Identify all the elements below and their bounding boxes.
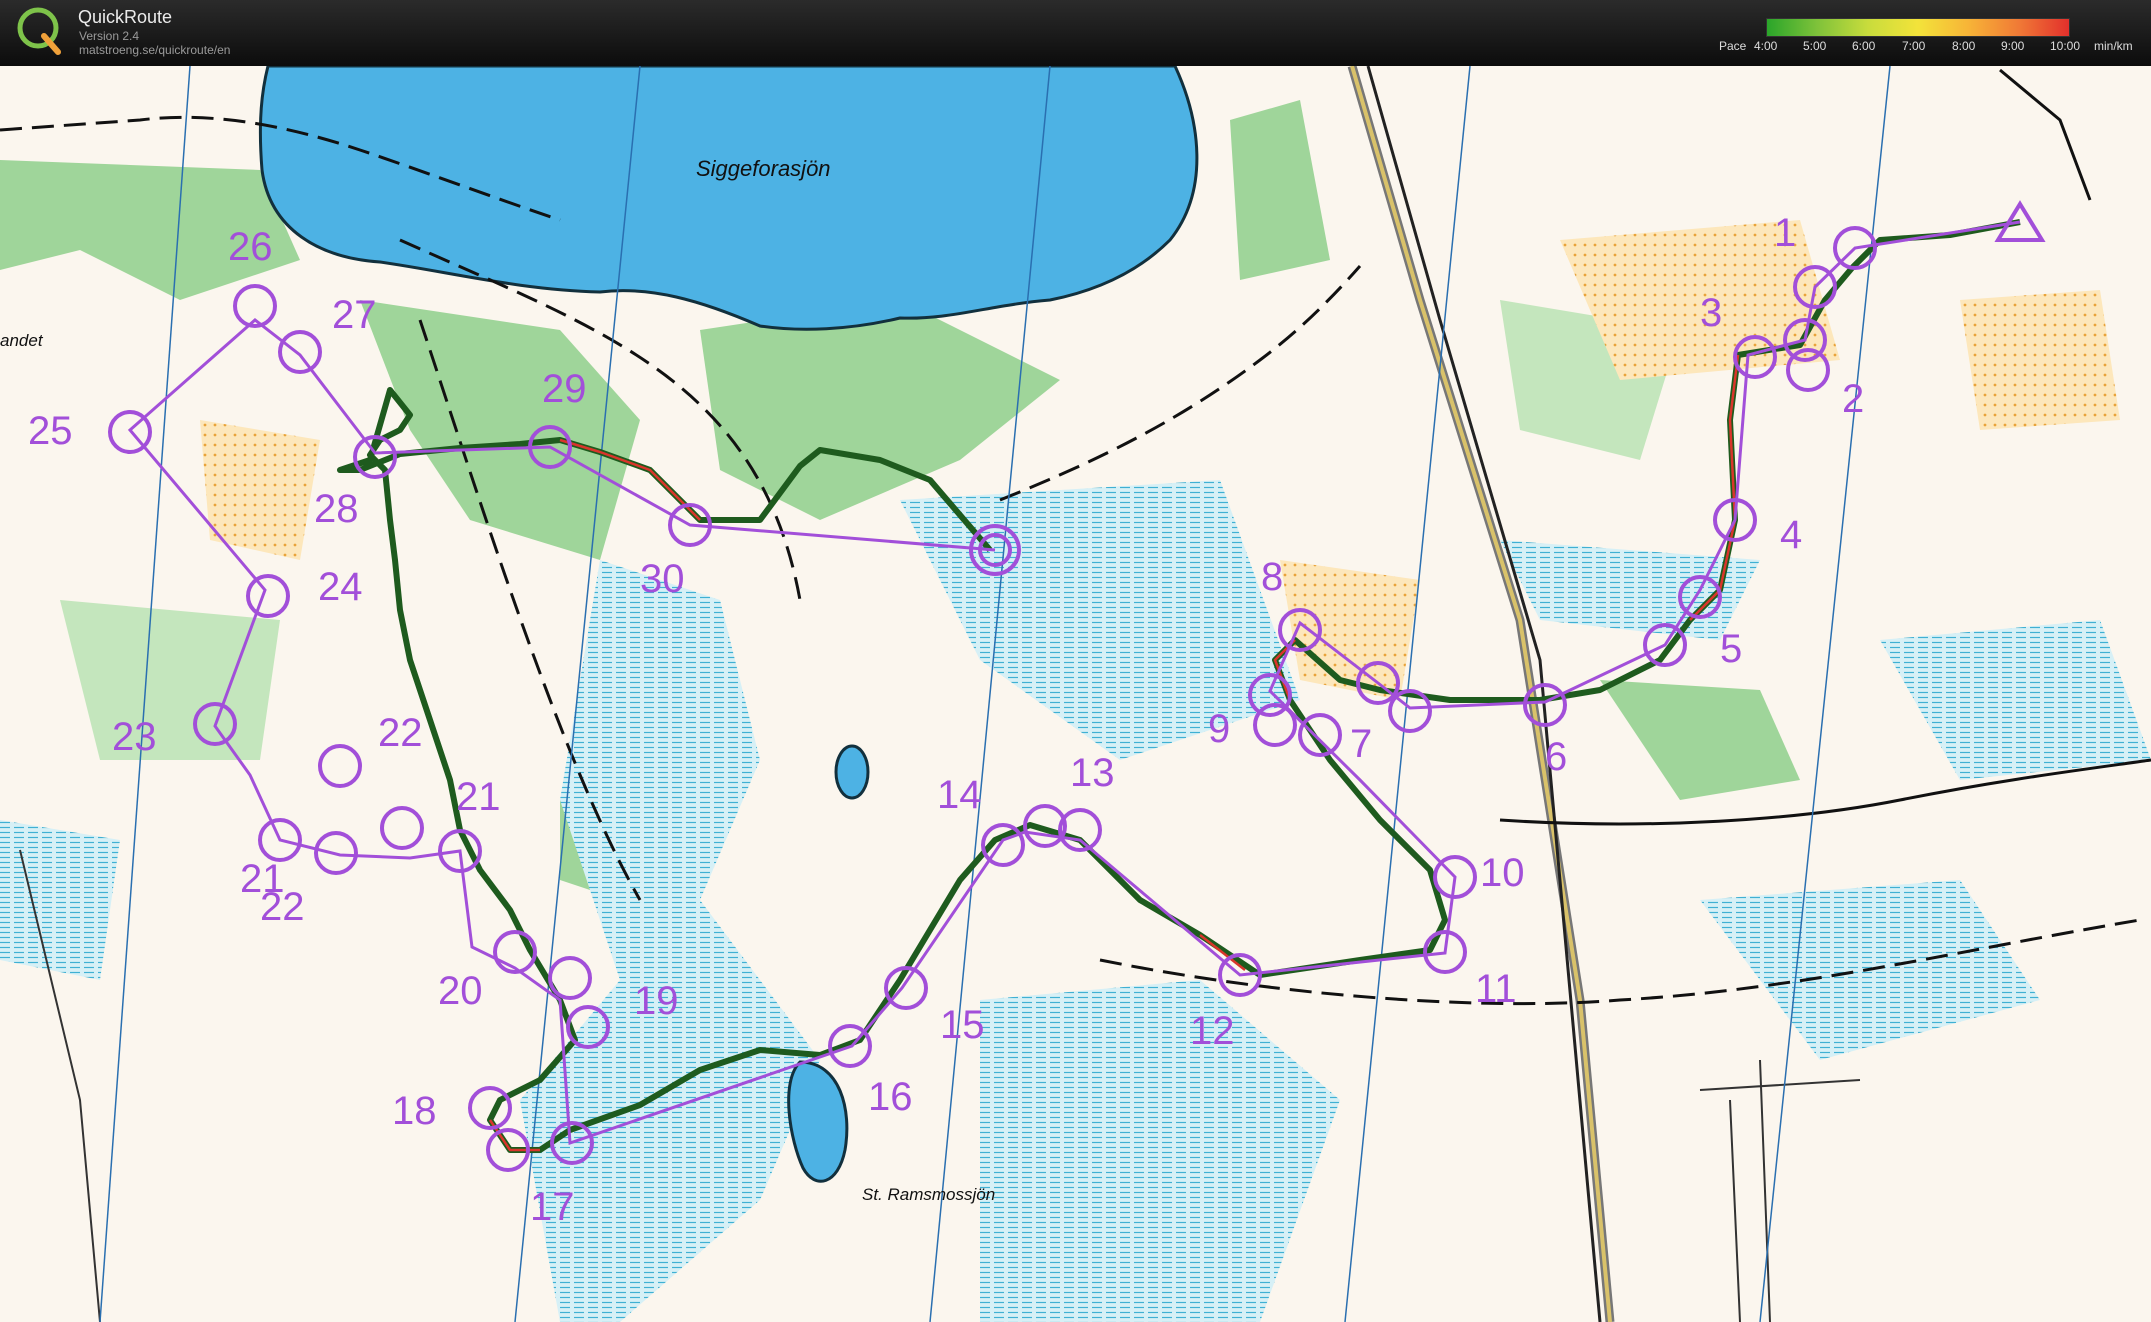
control-label: 1 <box>1774 211 1796 255</box>
pace-tick: 10:00 <box>2050 39 2081 53</box>
quickroute-logo-icon <box>17 7 61 55</box>
control-label: 9 <box>1208 707 1230 751</box>
control-label: 3 <box>1700 291 1722 335</box>
control-label: 15 <box>940 1003 985 1047</box>
app-version: Version 2.4 <box>79 29 140 43</box>
control-label: 28 <box>314 487 359 531</box>
control-label: 20 <box>438 969 483 1013</box>
control-label: 18 <box>392 1089 437 1133</box>
pace-unit: min/km <box>2094 39 2133 53</box>
control-label: 5 <box>1720 627 1742 671</box>
control-label: 30 <box>640 557 685 601</box>
control-label: 2 <box>1842 377 1864 421</box>
pace-tick: 4:00 <box>1754 39 1778 53</box>
control-label: 17 <box>530 1185 575 1229</box>
pace-tick: 5:00 <box>1803 39 1827 53</box>
control-label: 19 <box>634 979 679 1023</box>
title-bar: QuickRoute Version 2.4 matstroeng.se/qui… <box>0 0 2151 66</box>
control-label: 27 <box>332 293 377 337</box>
pace-tick: 7:00 <box>1902 39 1926 53</box>
control-label: 23 <box>112 715 157 759</box>
control-label: 26 <box>228 225 273 269</box>
pace-tick: 6:00 <box>1852 39 1876 53</box>
app-title: QuickRoute <box>78 7 173 27</box>
control-label: 22 <box>378 711 423 755</box>
orienteering-map[interactable]: Siggeforasjön St. Ramsmossjön andet 1 2 … <box>0 66 2151 1322</box>
control-label: 8 <box>1261 555 1283 599</box>
control-label: 14 <box>937 773 982 817</box>
control-label: 21 <box>456 775 501 819</box>
app-url-link[interactable]: matstroeng.se/quickroute/en <box>79 43 230 57</box>
pace-label: Pace <box>1719 39 1747 53</box>
control-label: 24 <box>318 565 363 609</box>
control-label: 10 <box>1480 851 1525 895</box>
lake-name: Siggeforasjön <box>696 156 831 181</box>
control-label: 7 <box>1350 722 1372 766</box>
control-label: 25 <box>28 409 73 453</box>
control-label: 22 <box>260 885 305 929</box>
control-label: 29 <box>542 367 587 411</box>
pond <box>834 744 870 800</box>
control-label: 16 <box>868 1075 913 1119</box>
control-label: 6 <box>1545 735 1567 779</box>
pace-color-scale <box>1766 18 2070 37</box>
control-label: 13 <box>1070 751 1115 795</box>
control-label: 12 <box>1190 1009 1235 1053</box>
lake-name: St. Ramsmossjön <box>862 1185 995 1204</box>
control-label: 11 <box>1475 967 1517 1011</box>
pace-tick: 9:00 <box>2001 39 2025 53</box>
map-edge-text: andet <box>0 331 44 350</box>
control-label: 4 <box>1780 513 1802 557</box>
pace-tick: 8:00 <box>1952 39 1976 53</box>
